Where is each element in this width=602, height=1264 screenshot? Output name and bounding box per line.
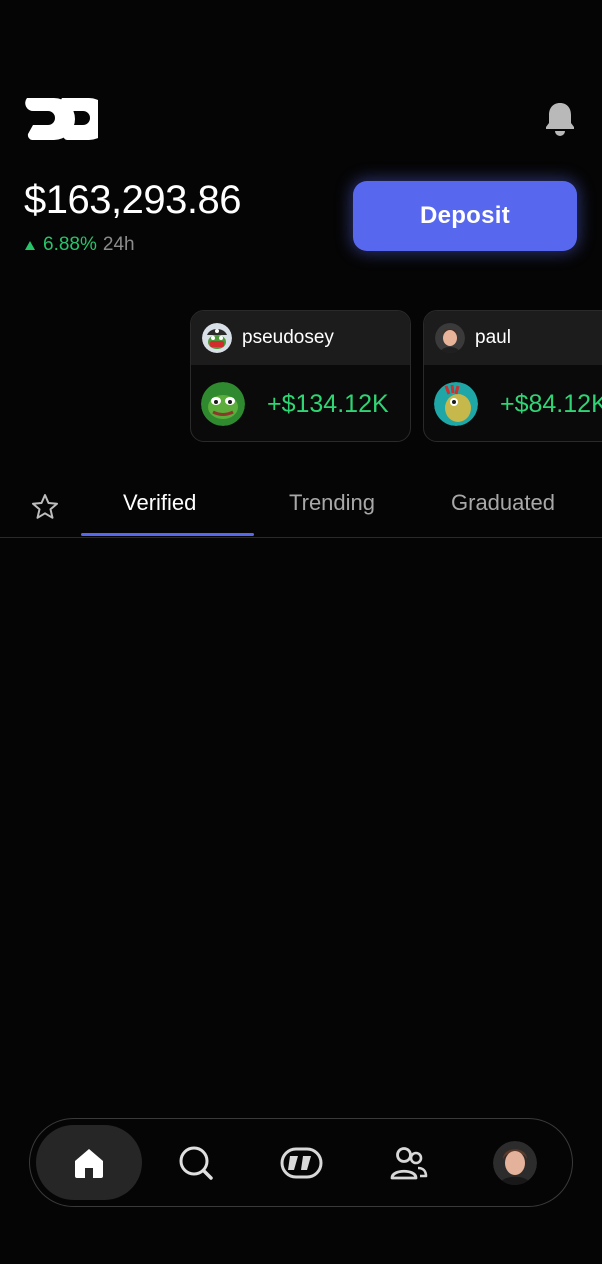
nav-home[interactable] (65, 1139, 113, 1187)
portfolio-balance: $163,293.86 (24, 178, 241, 222)
nav-search[interactable] (172, 1139, 220, 1187)
trader-cards: pseudosey +$134.12K paul +$84.12K (190, 310, 602, 442)
tab-trending[interactable]: Trending (289, 490, 375, 516)
change-period: 24h (102, 234, 135, 255)
trader-card-body: +$134.12K (191, 365, 410, 441)
nav-brand[interactable] (278, 1139, 326, 1187)
pirate-frog-avatar (202, 323, 232, 353)
change-percent: 6.88% (43, 234, 97, 255)
trader-username: paul (475, 327, 511, 348)
trader-card[interactable]: paul +$84.12K (423, 310, 602, 442)
person-avatar (435, 323, 465, 353)
up-arrow-icon (25, 240, 35, 250)
trader-card[interactable]: pseudosey +$134.12K (190, 310, 411, 442)
nav-profile[interactable] (491, 1139, 539, 1187)
app-screen: $163,293.86 6.88% 24h Deposit pseudosey (0, 0, 602, 1264)
bell-icon[interactable] (543, 100, 577, 136)
people-icon (390, 1147, 428, 1180)
pepe-token-icon (201, 382, 245, 426)
tab-verified[interactable]: Verified (123, 490, 196, 516)
active-tab-indicator (81, 533, 254, 536)
portfolio-change: 6.88% 24h (25, 234, 135, 256)
tab-graduated[interactable]: Graduated (451, 490, 555, 516)
home-icon (75, 1149, 103, 1178)
trader-username: pseudosey (242, 327, 334, 348)
bird-token-icon (434, 382, 478, 426)
bottom-nav (29, 1118, 573, 1207)
trader-card-header: paul (424, 311, 602, 365)
search-icon (179, 1146, 213, 1180)
feed-tabs: Verified Trending Graduated (0, 478, 602, 538)
nav-social[interactable] (385, 1139, 433, 1187)
trader-profit: +$84.12K (500, 389, 602, 418)
deposit-button[interactable]: Deposit (353, 181, 577, 251)
profile-avatar (493, 1141, 537, 1185)
brand-logo-icon[interactable] (24, 96, 98, 142)
star-icon[interactable] (30, 492, 60, 522)
brand-logo-icon (280, 1147, 323, 1179)
trader-card-body: +$84.12K (424, 365, 602, 441)
trader-profit: +$134.12K (267, 389, 389, 418)
trader-card-header: pseudosey (191, 311, 410, 365)
